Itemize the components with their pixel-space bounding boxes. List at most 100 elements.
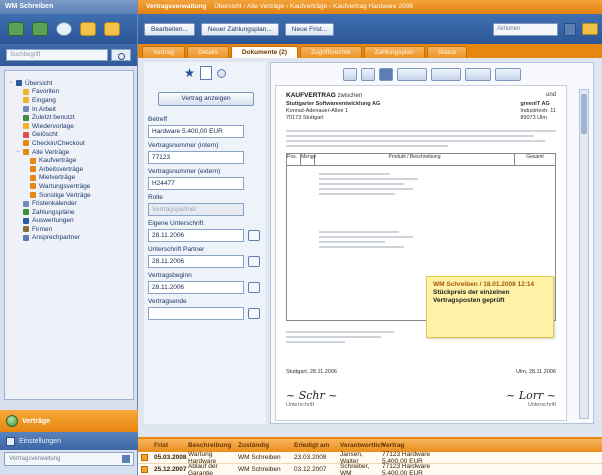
sidebar-item-label: Fristenkalender (32, 200, 77, 208)
nav-section-settings[interactable]: Einstellungen (0, 432, 138, 450)
fit-page-icon[interactable] (431, 67, 461, 81)
document-title: KAUFVERTRAG (286, 92, 336, 99)
expander-icon[interactable]: − (16, 149, 22, 155)
sidebar-item[interactable]: Ansprechpartner (9, 234, 131, 243)
party-two: greenIT AG Industriestr. 11 89073 Ulm (520, 101, 556, 122)
column-header[interactable]: Beschreibung (188, 442, 238, 449)
fit-width-icon[interactable] (397, 67, 427, 81)
sticky-note-line: Stückpreis der einzelnen (433, 289, 510, 296)
sidebar-item-label: Wartungsverträge (39, 182, 91, 190)
column-header[interactable]: Zuständig (238, 442, 294, 449)
window-title-app: Vertragsverwaltung (146, 3, 207, 10)
tab-item[interactable]: Zahlungsplan (363, 46, 425, 58)
field-input[interactable]: H24477 (148, 177, 244, 190)
document-icon[interactable] (199, 66, 212, 80)
sidebar-item[interactable]: Fristenkalender (9, 199, 131, 208)
new-deadline-button[interactable]: Neue Frist... (284, 22, 335, 36)
sidebar-item[interactable]: Favoriten (9, 88, 131, 97)
tab-item[interactable]: Dokumente (2) (230, 46, 298, 58)
field-input[interactable]: 28.11.2006 (148, 255, 244, 268)
sticky-note[interactable]: WM Schreiben / 18.01.2008 12:14 Stückprei… (426, 276, 554, 338)
sidebar-item[interactable]: − Übersicht (9, 79, 131, 88)
column-header[interactable]: Verantwortlich (340, 442, 385, 449)
field-input[interactable] (148, 307, 244, 320)
tab-item[interactable]: Details (186, 46, 229, 58)
page-icon[interactable] (343, 67, 357, 81)
sidebar-item[interactable]: Auswertungen (9, 217, 131, 226)
module-select[interactable]: Vertragsverwaltung (4, 452, 134, 466)
tab-bar: Vertrag Details Dokumente (2) Zugriffsrecht… (138, 44, 602, 58)
actions-dropdown[interactable]: Aktionen (493, 22, 558, 36)
sidebar-item[interactable]: Kaufverträge (9, 156, 131, 165)
download-icon[interactable] (495, 67, 521, 81)
field-input[interactable]: 28.11.2006 (148, 281, 244, 294)
sidebar-item[interactable]: Arbeitsverträge (9, 165, 131, 174)
field-row: 28.11.2006 (144, 281, 266, 294)
folder-icon (30, 157, 36, 164)
tab-item[interactable]: Vertrag (142, 46, 185, 58)
calendar-icon[interactable] (248, 308, 260, 319)
folder-icon (23, 131, 29, 138)
sidebar-item[interactable]: Checkin/Checkout (9, 139, 131, 148)
calendar-icon[interactable] (248, 282, 260, 293)
sidebar-item[interactable]: Eingang (9, 96, 131, 105)
sidebar-item[interactable]: Firmen (9, 225, 131, 234)
back-icon[interactable] (8, 22, 24, 36)
folder-icon (23, 200, 29, 207)
sidebar-item-label: Ansprechpartner (32, 234, 81, 242)
field-label: Eigene Unterschrift (148, 220, 204, 227)
folder-icon[interactable] (80, 22, 96, 36)
table-row[interactable]: 25.12.2007 Ablauf der Garantie WM Schreibe… (138, 463, 602, 475)
row-icon-cell (138, 466, 150, 473)
new-payment-plan-button[interactable]: Neuer Zahlungsplan... (200, 22, 279, 36)
calendar-icon[interactable] (248, 230, 260, 241)
column-header[interactable]: Vertrag (382, 442, 444, 449)
info-icon[interactable] (216, 68, 226, 78)
field-row: Hardware 5.400,00 EUR (144, 125, 266, 138)
sidebar-item[interactable]: Sonstige Verträge (9, 191, 131, 200)
search-button[interactable] (111, 49, 131, 61)
document-scrollbar[interactable] (579, 89, 589, 419)
field-input: Vertragspartner (148, 203, 244, 216)
nav-section-contracts[interactable]: Verträge (0, 410, 138, 432)
folder-icon (23, 234, 29, 241)
calendar-icon[interactable] (248, 256, 260, 267)
print-icon[interactable] (465, 67, 491, 81)
upload-icon[interactable] (104, 22, 120, 36)
tab-item[interactable]: Zugriffsrechte (300, 46, 362, 58)
sidebar-item[interactable]: Mietverträge (9, 174, 131, 183)
sidebar-item[interactable]: Wartungsverträge (9, 182, 131, 191)
sidebar-item[interactable]: Zahlungspläne (9, 208, 131, 217)
column-header[interactable]: Frist (150, 442, 188, 449)
sidebar-item[interactable]: Gelöscht (9, 131, 131, 140)
forward-icon[interactable] (32, 22, 48, 36)
field-input[interactable]: 28.11.2006 (148, 229, 244, 242)
search-icon[interactable] (56, 22, 72, 36)
field-input[interactable]: 77123 (148, 151, 244, 164)
address-line: Stuttgarter Softwareentwicklung AG (286, 101, 381, 107)
expander-icon[interactable]: − (9, 80, 15, 86)
edit-button[interactable]: Bearbeiten... (144, 22, 195, 36)
sidebar-item-label: In Arbeit (32, 105, 56, 113)
show-contract-button[interactable]: Vertrag anzeigen (158, 92, 254, 106)
search-input[interactable]: Suchbegriff (6, 49, 108, 61)
folder-icon[interactable] (582, 23, 598, 35)
sidebar-item[interactable]: Zuletzt benutzt (9, 113, 131, 122)
address-line: greenIT AG (520, 101, 550, 107)
table-cell: 23.03.2008 (294, 454, 327, 461)
field-label: Betreff (148, 116, 168, 123)
star-icon[interactable] (184, 68, 195, 78)
field-input[interactable]: Hardware 5.400,00 EUR (148, 125, 244, 138)
zoom-in-icon[interactable] (379, 67, 393, 81)
sidebar-item[interactable]: − Alle Verträge (9, 148, 131, 157)
sidebar-item[interactable]: In Arbeit (9, 105, 131, 114)
tab-item[interactable]: Status (426, 46, 468, 58)
document-column-header: Gesamt (526, 154, 544, 160)
note-icon[interactable] (361, 67, 375, 81)
deadlines-table: Frist Beschreibung Zuständig Erledigt am Ver… (138, 437, 602, 475)
column-header[interactable]: Erledigt am (294, 442, 340, 449)
sidebar-item[interactable]: Wiedervorlage (9, 122, 131, 131)
chevron-down-icon[interactable] (564, 22, 576, 36)
signature-right: ~ Lorr ~ (506, 389, 556, 402)
signature-label-right: Unterschrift (527, 402, 556, 408)
